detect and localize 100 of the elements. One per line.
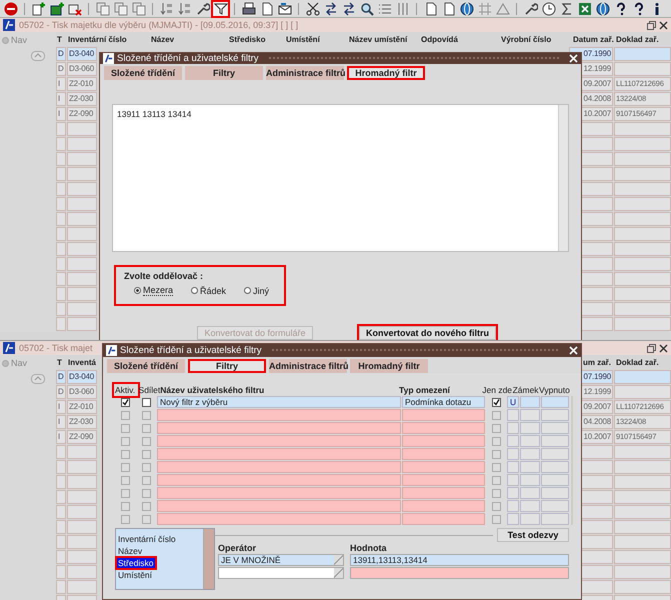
checkbox[interactable] [492,488,500,498]
checkbox[interactable] [142,462,150,472]
toolbar-button[interactable] [594,0,611,16]
table-cell[interactable] [507,448,519,460]
checkbox[interactable] [492,502,500,510]
checkbox[interactable] [120,424,130,432]
radio-button[interactable] [134,287,141,294]
toolbar-button[interactable] [540,0,557,16]
scrollbar[interactable] [558,105,568,251]
value-field[interactable] [350,567,569,579]
restore-icon[interactable] [647,344,656,352]
radio-option[interactable]: Jiný [244,285,270,296]
checkbox[interactable] [120,436,130,446]
table-cell[interactable]: Nový filtr z výběru [157,396,401,408]
table-cell[interactable] [507,409,519,421]
checkbox[interactable] [142,424,150,432]
checkbox[interactable] [120,502,130,510]
table-cell[interactable] [157,461,401,473]
checkbox[interactable] [120,514,130,524]
table-cell[interactable] [402,500,485,512]
tab[interactable]: Hromadný filtr [350,359,428,373]
table-cell[interactable]: Podmínka dotazu [402,396,485,408]
radio-option[interactable]: Mezera [134,285,174,296]
checkbox[interactable] [492,514,500,524]
operator-dropdown[interactable] [218,567,344,579]
table-cell[interactable] [541,487,569,499]
table-cell[interactable] [541,396,569,408]
table-cell[interactable] [520,422,540,434]
table-cell[interactable] [507,487,519,499]
tab[interactable]: Složené třídění [107,359,185,373]
table-cell[interactable] [520,474,540,486]
scroll-up-icon[interactable] [31,374,45,384]
scrollbar[interactable] [203,529,214,589]
tab[interactable]: Administrace filtrů [266,66,344,80]
table-cell[interactable] [157,409,401,421]
table-cell[interactable] [157,513,401,525]
table-cell[interactable] [520,461,540,473]
checkbox[interactable] [142,514,150,524]
list-item[interactable]: Umístění [116,569,203,581]
table-cell[interactable] [402,461,485,473]
table-cell[interactable] [520,487,540,499]
close-icon[interactable] [659,20,668,30]
table-cell[interactable] [541,409,569,421]
table-cell[interactable] [507,422,519,434]
table-cell[interactable] [402,435,485,447]
table-cell[interactable] [157,435,401,447]
table-cell[interactable] [402,448,485,460]
tab[interactable]: Filtry [185,66,263,80]
text-area[interactable]: 13911 13113 13414 [112,104,569,252]
operator-dropdown[interactable]: JE V MNOŽINĚ [218,554,344,566]
checkbox[interactable] [492,476,500,484]
table-cell[interactable] [507,500,519,512]
tab[interactable]: Hromadný filtr [347,66,425,80]
table-cell[interactable] [520,409,540,421]
toolbar-button[interactable] [304,0,321,16]
list-item[interactable]: Středisko [116,557,156,569]
restore-icon[interactable] [647,20,656,30]
checkbox[interactable] [492,398,500,406]
table-cell[interactable] [541,461,569,473]
table-cell[interactable] [541,422,569,434]
table-cell[interactable] [507,474,519,486]
table-cell[interactable] [402,422,485,434]
checkbox[interactable] [492,436,500,446]
table-cell[interactable] [157,448,401,460]
table-cell[interactable] [402,487,485,499]
table-cell[interactable] [541,513,569,525]
table-cell[interactable] [520,435,540,447]
table-cell[interactable] [541,500,569,512]
radio-button[interactable] [244,287,252,294]
toolbar-button[interactable] [458,0,475,16]
radio-button[interactable] [191,287,198,294]
toolbar-button[interactable] [276,0,293,16]
table-cell[interactable] [402,513,485,525]
table-cell[interactable] [507,513,519,525]
table-cell[interactable]: U [507,396,519,408]
checkbox[interactable] [142,410,150,420]
checkbox[interactable] [492,410,500,420]
checkbox[interactable] [142,398,150,406]
checkbox[interactable] [120,410,130,420]
close-icon[interactable] [659,344,668,352]
radio-option[interactable]: Řádek [191,285,226,296]
tab[interactable]: Filtry [188,359,266,373]
table-cell[interactable] [157,487,401,499]
checkbox[interactable] [120,476,130,484]
table-cell[interactable] [402,409,485,421]
list-item[interactable]: Název [116,545,203,557]
tab[interactable]: Složené třídění [104,66,182,80]
checkbox[interactable] [492,462,500,472]
table-cell[interactable] [157,500,401,512]
checkbox[interactable] [492,424,500,432]
toolbar-button[interactable] [240,0,257,16]
table-cell[interactable] [507,435,519,447]
table-cell[interactable] [541,448,569,460]
table-cell[interactable] [520,513,540,525]
checkbox[interactable] [142,502,150,510]
checkbox[interactable] [142,488,150,498]
table-cell[interactable] [520,500,540,512]
table-cell[interactable] [520,396,540,408]
checkbox[interactable] [120,462,130,472]
table-cell[interactable] [157,422,401,434]
